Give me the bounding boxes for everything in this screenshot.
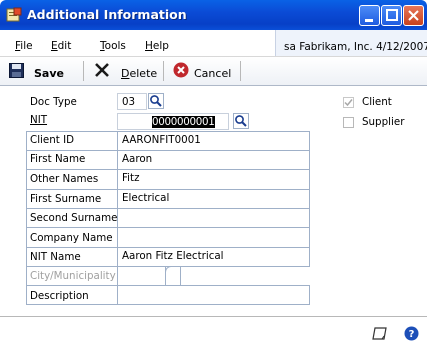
grid-label-cell	[26, 247, 118, 267]
grid-label-cell	[26, 169, 118, 190]
delete-button[interactable]: Delete	[121, 67, 157, 80]
menu-help[interactable]: Help	[145, 40, 169, 52]
grid-label-cell	[26, 131, 118, 151]
grid-label-cell	[26, 189, 118, 209]
menu-edit-label: dit	[57, 40, 72, 52]
menu-help-accel: H	[145, 40, 153, 52]
menu-file-label: ile	[20, 40, 33, 52]
note-icon[interactable]	[372, 327, 388, 341]
menu-edit-accel: E	[51, 40, 58, 52]
title-bar[interactable]: Additional Information	[0, 0, 427, 30]
menu-edit[interactable]: Edit	[51, 40, 71, 52]
first-surname-value: Electrical	[122, 192, 170, 204]
minimize-icon	[365, 19, 373, 22]
delete-label: elete	[129, 67, 158, 80]
menu-help-label: elp	[152, 40, 169, 52]
nit-lookup-icon[interactable]	[233, 113, 249, 129]
menu-tools[interactable]: Tools	[100, 40, 126, 52]
window-title: Additional Information	[27, 7, 187, 22]
toolbar-separator	[163, 61, 164, 81]
close-icon	[408, 10, 419, 21]
supplier-checkbox-label: Supplier	[362, 116, 405, 128]
grid-label-cell	[26, 150, 118, 170]
description-field[interactable]	[117, 285, 310, 305]
client-id-value: AARONFIT0001	[122, 134, 201, 146]
company-name-field[interactable]	[117, 227, 310, 248]
toolbar-separator	[83, 61, 84, 81]
doc-type-label: Doc Type	[30, 96, 77, 108]
nit-value: 0000000001	[152, 116, 215, 128]
grid-label-cell	[26, 227, 118, 248]
minimize-button[interactable]	[359, 5, 380, 26]
doc-type-lookup-icon[interactable]	[148, 93, 164, 109]
client-checkbox-label: Client	[362, 96, 392, 108]
maximize-button[interactable]	[381, 5, 402, 26]
save-button[interactable]: Save	[34, 67, 64, 80]
menu-tools-label: ools	[104, 40, 126, 52]
grid-label-cell	[26, 208, 118, 228]
grid-label-cell	[26, 266, 118, 286]
other-names-value: Fitz	[122, 172, 140, 184]
toolbar-separator	[240, 61, 241, 81]
delete-x-icon[interactable]	[95, 63, 109, 77]
client-checkbox[interactable]	[343, 97, 354, 108]
status-bar	[0, 316, 427, 355]
additional-information-window: Additional Information File Edit Tools H…	[0, 0, 427, 355]
other-names-field[interactable]	[117, 169, 310, 190]
nit-label[interactable]: NIT	[30, 114, 47, 126]
help-icon[interactable]: ?	[404, 326, 419, 341]
menu-file[interactable]: File	[15, 40, 33, 52]
save-disk-icon[interactable]	[9, 63, 24, 78]
second-surname-field[interactable]	[117, 208, 310, 228]
cancel-circle-icon[interactable]	[173, 62, 189, 78]
nit-name-value: Aaron Fitz Electrical	[122, 250, 224, 262]
cancel-button[interactable]: Cancel	[194, 67, 231, 80]
grid-label-cell	[26, 285, 118, 305]
supplier-checkbox[interactable]	[343, 117, 354, 128]
first-name-value: Aaron	[122, 153, 153, 165]
doc-type-value: 03	[122, 96, 136, 108]
svg-text:?: ?	[409, 329, 415, 340]
maximize-icon	[386, 9, 398, 21]
checkmark-icon	[344, 99, 353, 107]
city-lookup-button[interactable]	[165, 266, 181, 286]
form-icon	[6, 7, 22, 22]
company-info: sa Fabrikam, Inc. 4/12/2007	[284, 41, 427, 53]
city-field	[117, 266, 166, 286]
close-button[interactable]	[403, 5, 424, 26]
